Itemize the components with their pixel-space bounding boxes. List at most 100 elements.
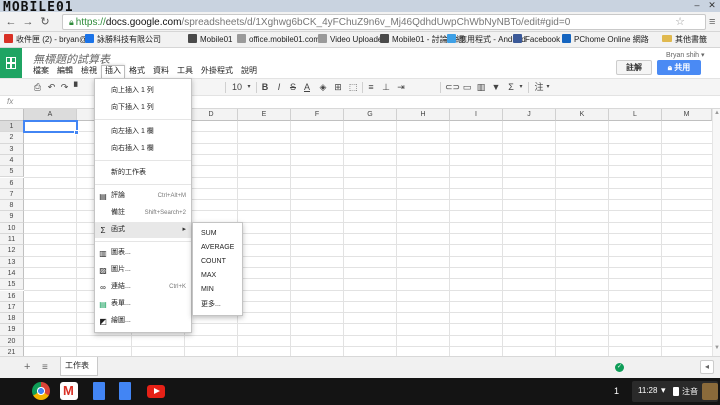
bookmark-item[interactable]: office.mobile01.com (237, 34, 320, 46)
column-header[interactable]: D (185, 109, 238, 121)
row-header[interactable]: 20 (0, 335, 24, 347)
bold-button[interactable]: B (260, 81, 270, 94)
row-header[interactable]: 18 (0, 313, 24, 325)
other-bookmarks-folder[interactable]: 其他書籤 (662, 34, 707, 46)
menu-addons[interactable]: 外掛程式 (197, 65, 237, 77)
row-header[interactable]: 16 (0, 290, 24, 302)
insert-function-item[interactable]: Σ 函式 ▸ (95, 222, 191, 238)
sum-function-button[interactable]: Σ (506, 81, 516, 94)
menu-format[interactable]: 格式 (125, 65, 149, 77)
menu-view[interactable]: 檢視 (77, 65, 101, 77)
row-header[interactable]: 2 (0, 132, 24, 144)
row-header[interactable]: 8 (0, 200, 24, 212)
print-icon[interactable]: ⎙ (32, 81, 43, 94)
select-all-corner[interactable] (0, 109, 24, 121)
filter-icon[interactable]: ▼ (491, 81, 501, 94)
menu-tools[interactable]: 工具 (173, 65, 197, 77)
bookmark-item[interactable]: Mobile01 (188, 34, 232, 46)
chrome-menu-icon[interactable]: ≡ (709, 16, 717, 28)
undo-icon[interactable]: ↶ (46, 81, 57, 94)
forward-button[interactable]: → (21, 15, 35, 29)
merge-cells-icon[interactable]: ⬚ (348, 81, 358, 94)
text-color-button[interactable]: A (302, 81, 312, 94)
reload-button[interactable]: ↻ (38, 15, 52, 29)
function-count-item[interactable]: COUNT (193, 255, 242, 269)
sheet-tab[interactable]: 工作表1▼ (60, 357, 98, 388)
column-header[interactable]: M (662, 109, 712, 121)
borders-icon[interactable]: ⊞ (333, 81, 343, 94)
function-max-item[interactable]: MAX (193, 269, 242, 283)
row-header[interactable]: 15 (0, 279, 24, 291)
row-header[interactable]: 10 (0, 222, 24, 234)
row-header[interactable]: 19 (0, 324, 24, 336)
insert-drawing-item[interactable]: ◩ 繪圖... (95, 313, 191, 329)
column-header[interactable]: I (450, 109, 503, 121)
redo-icon[interactable]: ↷ (59, 81, 70, 94)
insert-link-item[interactable]: ∞ 連結... Ctrl+K (95, 279, 191, 295)
column-header[interactable]: K (556, 109, 609, 121)
insert-row-above-item[interactable]: 向上插入 1 列 (95, 83, 191, 99)
vertical-scrollbar[interactable]: ▲ ▼ (712, 109, 720, 356)
row-header[interactable]: 12 (0, 245, 24, 257)
italic-button[interactable]: I (274, 81, 284, 94)
bookmark-item[interactable]: Video Uploader (318, 34, 385, 46)
selected-cell[interactable] (23, 120, 78, 134)
column-header[interactable]: H (397, 109, 450, 121)
fill-handle[interactable] (74, 130, 79, 136)
row-header[interactable]: 3 (0, 143, 24, 155)
share-button[interactable]: 🔒︎ 共用 (657, 60, 701, 75)
column-header[interactable]: F (291, 109, 344, 121)
insert-comment-item[interactable]: ▤ 評論 Ctrl+Alt+M (95, 188, 191, 204)
font-size-select[interactable]: 10 (229, 81, 245, 94)
notification-count[interactable]: 1 (614, 386, 619, 396)
menu-help[interactable]: 說明 (237, 65, 261, 77)
function-average-item[interactable]: AVERAGE (193, 241, 242, 255)
scroll-down-icon[interactable]: ▼ (714, 345, 720, 351)
scroll-up-icon[interactable]: ▲ (714, 110, 720, 116)
insert-column-left-item[interactable]: 向左插入 1 欄 (95, 124, 191, 140)
insert-comment-icon[interactable]: ▭ (462, 81, 472, 94)
chrome-app-icon[interactable] (32, 382, 50, 400)
menu-edit[interactable]: 編輯 (53, 65, 77, 77)
gmail-app-icon[interactable] (60, 382, 78, 400)
comments-button[interactable]: 註解 (616, 60, 652, 75)
sheets-home-icon[interactable] (0, 48, 22, 78)
bookmark-item[interactable]: 收件匣 (2) - bryan@ (4, 34, 87, 46)
paint-format-icon[interactable]: ▘ (72, 81, 83, 94)
row-header[interactable]: 21 (0, 347, 24, 356)
menu-insert[interactable]: 插入 (101, 65, 125, 78)
bookmark-item[interactable]: 詠勝科技有限公司 (85, 34, 161, 46)
account-name[interactable]: Bryan shih ▾ (666, 51, 705, 59)
insert-column-right-item[interactable]: 向右插入 1 欄 (95, 141, 191, 157)
insert-image-item[interactable]: ▨ 圖片... (95, 262, 191, 278)
insert-chart-item[interactable]: ▥ 圖表... (95, 245, 191, 261)
youtube-app-icon[interactable] (147, 385, 165, 398)
add-sheet-icon[interactable]: + (24, 361, 30, 373)
minimize-window-button[interactable]: ‒ (690, 1, 704, 10)
insert-form-item[interactable]: ▤ 表單... (95, 296, 191, 312)
row-header[interactable]: 17 (0, 301, 24, 314)
bookmark-item[interactable]: PChome Online 網路 (562, 34, 649, 46)
strikethrough-button[interactable]: S (288, 81, 298, 94)
column-header[interactable]: L (609, 109, 662, 121)
row-header[interactable]: 1 (0, 121, 24, 133)
column-header[interactable]: E (238, 109, 291, 121)
docs-app-icon[interactable] (93, 382, 105, 400)
row-header[interactable]: 14 (0, 267, 24, 280)
back-button[interactable]: ← (4, 15, 18, 29)
close-window-button[interactable]: ✕ (705, 1, 719, 10)
all-sheets-icon[interactable]: ≡ (42, 362, 48, 373)
input-tools-button[interactable]: 注 (533, 81, 545, 94)
row-header[interactable]: 9 (0, 211, 24, 223)
insert-row-below-item[interactable]: 向下插入 1 列 (95, 100, 191, 116)
docs-app-icon[interactable] (119, 382, 131, 400)
function-more-item[interactable]: 更多... (193, 298, 242, 312)
align-left-icon[interactable]: ≡ (366, 81, 376, 94)
function-min-item[interactable]: MIN (193, 283, 242, 297)
row-header[interactable]: 13 (0, 256, 24, 268)
row-header[interactable]: 7 (0, 188, 24, 201)
fill-color-icon[interactable]: ◈ (318, 81, 328, 94)
function-sum-item[interactable]: SUM (193, 227, 242, 241)
new-sheet-item[interactable]: 新的工作表 (95, 165, 191, 181)
row-header[interactable]: 11 (0, 234, 24, 246)
